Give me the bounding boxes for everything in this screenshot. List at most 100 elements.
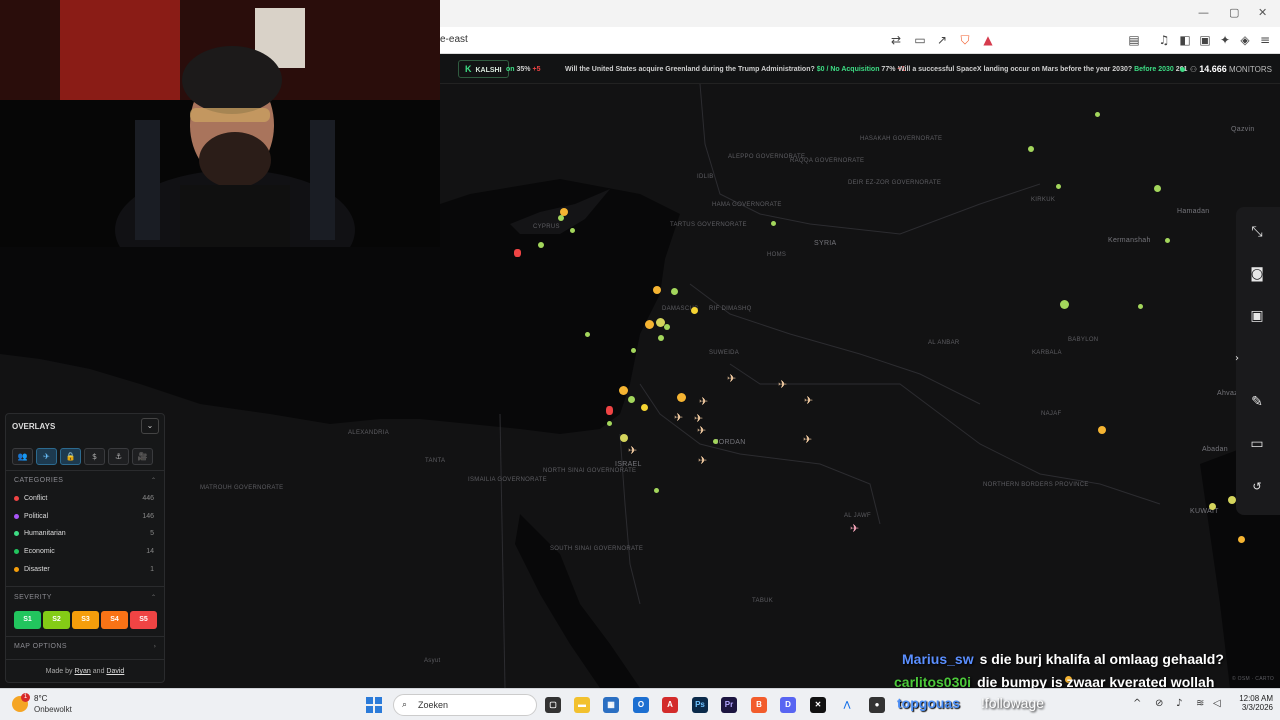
system-clock[interactable]: 12:08 AM 3/3/2026 bbox=[1233, 694, 1273, 712]
url-text[interactable]: e-east bbox=[440, 34, 468, 45]
aircraft-icon[interactable]: ✈ bbox=[778, 379, 787, 390]
naval-layer-icon[interactable]: ⚓ bbox=[108, 448, 129, 465]
map-options-toggle[interactable]: MAP OPTIONS bbox=[14, 643, 67, 650]
severity-s2-button[interactable]: S2 bbox=[43, 611, 70, 629]
event-marker[interactable] bbox=[641, 404, 648, 411]
video-camera-icon[interactable]: ▣ bbox=[1247, 306, 1267, 326]
aircraft-layer-icon[interactable]: ✈ bbox=[36, 448, 57, 465]
event-marker[interactable] bbox=[1165, 238, 1170, 243]
event-marker[interactable] bbox=[1228, 496, 1236, 504]
camera-icon[interactable]: ◙ bbox=[1247, 264, 1267, 284]
aircraft-icon[interactable]: ✈ bbox=[699, 396, 708, 407]
discord-icon[interactable]: D bbox=[780, 697, 796, 713]
streamlabs-icon[interactable]: ⋀ bbox=[839, 697, 855, 713]
event-marker[interactable] bbox=[631, 348, 636, 353]
wallet-icon[interactable]: ▣ bbox=[1197, 32, 1213, 48]
leo-ai-icon[interactable]: ✦ bbox=[1217, 32, 1233, 48]
credit-link-ryan[interactable]: Ryan bbox=[74, 668, 90, 675]
event-marker[interactable] bbox=[1056, 184, 1061, 189]
sidebar-icon[interactable]: ▤ bbox=[1126, 32, 1142, 48]
task-view-icon[interactable]: ▢ bbox=[545, 697, 561, 713]
event-marker[interactable] bbox=[1238, 536, 1245, 543]
event-marker[interactable] bbox=[691, 307, 698, 314]
file-explorer-icon[interactable]: ▬ bbox=[574, 697, 590, 713]
lock-layer-icon[interactable]: 🔒 bbox=[60, 448, 81, 465]
brave-icon[interactable]: B bbox=[751, 697, 767, 713]
event-marker[interactable] bbox=[653, 286, 661, 294]
event-marker[interactable] bbox=[619, 386, 628, 395]
event-marker[interactable] bbox=[658, 335, 664, 341]
maximize-button[interactable]: ▢ bbox=[1229, 6, 1239, 19]
media-icon[interactable]: ♫ bbox=[1156, 32, 1172, 48]
obs-icon[interactable]: ● bbox=[869, 697, 885, 713]
taskbar-search[interactable]: ⌕ Zoeken bbox=[393, 694, 537, 716]
event-marker[interactable] bbox=[558, 215, 564, 221]
severity-s1-button[interactable]: S1 bbox=[14, 611, 41, 629]
tray-chevron-icon[interactable]: ^ bbox=[1133, 698, 1141, 709]
network-off-icon[interactable]: ⊘ bbox=[1155, 698, 1163, 709]
severity-s3-button[interactable]: S3 bbox=[72, 611, 99, 629]
address-bar[interactable]: e-east ⇄ ▭ ↗ ⛉ ▲ ▤ ♫ ◧ ▣ ✦ ◈ ≡ bbox=[440, 27, 1280, 54]
event-marker[interactable] bbox=[645, 320, 654, 329]
share-icon[interactable]: ↗ bbox=[934, 32, 950, 48]
photoshop-icon[interactable]: Ps bbox=[692, 697, 708, 713]
category-economic[interactable]: Economic 14 bbox=[14, 548, 154, 560]
event-marker[interactable] bbox=[1095, 112, 1100, 117]
kalshi-badge[interactable]: K KALSHI bbox=[458, 60, 509, 78]
chevron-up-icon[interactable]: ⌃ bbox=[151, 594, 156, 601]
event-marker[interactable] bbox=[606, 406, 613, 415]
event-marker[interactable] bbox=[607, 421, 612, 426]
ticker-item[interactable]: on 35% +5 bbox=[506, 66, 540, 73]
collapse-arrows-icon[interactable]: ⤡ bbox=[1247, 222, 1267, 242]
category-conflict[interactable]: Conflict 446 bbox=[14, 495, 154, 507]
menu-icon[interactable]: ≡ bbox=[1257, 32, 1273, 48]
aircraft-icon[interactable]: ✈ bbox=[727, 373, 736, 384]
event-marker[interactable] bbox=[713, 439, 718, 444]
folder-icon[interactable]: ▭ bbox=[1247, 434, 1267, 454]
reader-icon[interactable]: ◧ bbox=[1177, 32, 1193, 48]
cast-icon[interactable]: ▭ bbox=[912, 32, 928, 48]
camera-layer-icon[interactable]: 🎥 bbox=[132, 448, 153, 465]
event-marker[interactable] bbox=[654, 488, 659, 493]
event-marker[interactable] bbox=[620, 434, 628, 442]
event-marker[interactable] bbox=[677, 393, 686, 402]
event-marker[interactable] bbox=[585, 332, 590, 337]
premiere-icon[interactable]: Pr bbox=[721, 697, 737, 713]
event-marker[interactable] bbox=[664, 324, 670, 330]
aircraft-icon[interactable]: ✈ bbox=[850, 523, 859, 534]
event-marker[interactable] bbox=[771, 221, 776, 226]
translate-icon[interactable]: ⇄ bbox=[888, 32, 904, 48]
capcut-icon[interactable]: ✕ bbox=[810, 697, 826, 713]
event-marker[interactable] bbox=[628, 396, 635, 403]
weather-temp[interactable]: 8°C bbox=[34, 694, 47, 703]
economy-layer-icon[interactable]: $ bbox=[84, 448, 105, 465]
outlook-icon[interactable]: O bbox=[633, 697, 649, 713]
brave-shield-icon[interactable]: ⛉ bbox=[957, 32, 973, 48]
category-political[interactable]: Political 146 bbox=[14, 513, 154, 525]
microphone-icon[interactable]: ♪ bbox=[1176, 698, 1182, 709]
severity-header[interactable]: SEVERITY bbox=[14, 594, 52, 601]
chevron-up-icon[interactable]: ⌃ bbox=[151, 477, 156, 484]
event-marker[interactable] bbox=[570, 228, 575, 233]
chevron-right-icon[interactable]: › bbox=[154, 643, 156, 650]
aircraft-icon[interactable]: ✈ bbox=[674, 412, 683, 423]
replay-90-icon[interactable]: ↺ bbox=[1247, 477, 1267, 497]
event-marker[interactable] bbox=[514, 249, 521, 257]
close-window-button[interactable]: ✕ bbox=[1258, 6, 1267, 19]
aircraft-icon[interactable]: ✈ bbox=[628, 445, 637, 456]
map-attribution[interactable]: © OSM · CARTO bbox=[1232, 676, 1274, 683]
volume-icon[interactable]: ◁ bbox=[1213, 698, 1221, 709]
event-marker[interactable] bbox=[538, 242, 544, 248]
aircraft-icon[interactable]: ✈ bbox=[803, 434, 812, 445]
event-marker[interactable] bbox=[1154, 185, 1161, 192]
ticker-item[interactable]: Will a successful SpaceX landing occur o… bbox=[898, 66, 1187, 73]
category-disaster[interactable]: Disaster 1 bbox=[14, 566, 154, 578]
severity-s5-button[interactable]: S5 bbox=[130, 611, 157, 629]
draw-pen-icon[interactable]: ✎ bbox=[1247, 392, 1267, 412]
chevron-right-icon[interactable]: › bbox=[1227, 349, 1247, 369]
brave-rewards-icon[interactable]: ▲ bbox=[980, 32, 996, 48]
aircraft-icon[interactable]: ✈ bbox=[694, 413, 703, 424]
event-marker[interactable] bbox=[671, 288, 678, 295]
category-humanitarian[interactable]: Humanitarian 5 bbox=[14, 530, 154, 542]
event-marker[interactable] bbox=[1209, 503, 1216, 510]
